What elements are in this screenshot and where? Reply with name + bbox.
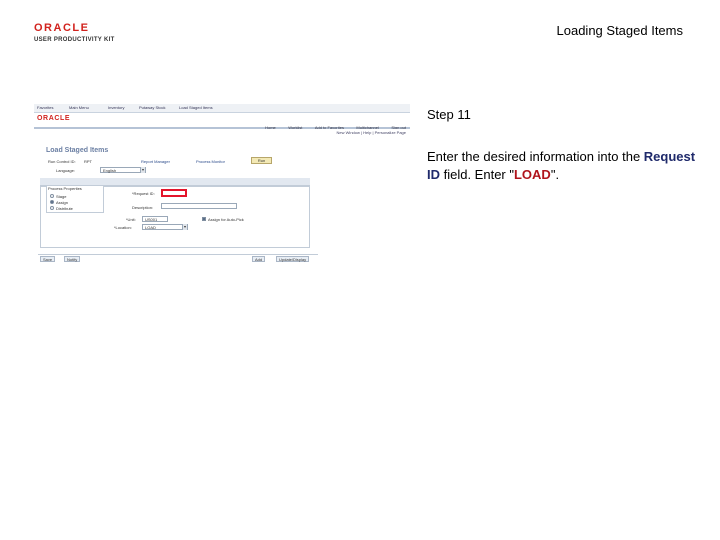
report-manager-link[interactable]: Report Manager	[141, 159, 170, 164]
nav-item-favorites[interactable]: Favorites	[37, 105, 53, 110]
brand-row: ORACLE Home Worklist Add to Favorites Mu…	[34, 113, 410, 130]
assign-checkbox[interactable]	[202, 217, 206, 221]
oracle-upk-logo: ORACLE USER PRODUCTIVITY KIT	[34, 22, 126, 48]
step-instruction: Enter the desired information into the R…	[427, 148, 697, 184]
oracle-brand: ORACLE	[37, 115, 71, 122]
radio-distribute[interactable]	[50, 206, 54, 210]
instruction-text-before: Enter the desired information into the	[427, 149, 644, 164]
run-control-value: RPT	[84, 159, 92, 164]
nav-item-main-menu[interactable]: Main Menu	[69, 105, 89, 110]
language-label: Language:	[56, 168, 75, 173]
nav-item-putaway[interactable]: Putaway Stock	[139, 105, 165, 110]
radio-stage-label: Stage	[56, 194, 67, 199]
top-navigation-bar: Favorites Main Menu Inventory Putaway St…	[34, 104, 410, 113]
save-button[interactable]: Save	[40, 256, 56, 262]
instruction-value: LOAD	[513, 167, 551, 182]
page-links[interactable]: New Window | Help | Personalize Page	[337, 130, 406, 135]
radio-stage[interactable]	[50, 194, 54, 198]
application-screenshot: Favorites Main Menu Inventory Putaway St…	[34, 104, 410, 266]
radio-assign[interactable]	[50, 200, 54, 204]
page-title: Loading Staged Items	[556, 23, 683, 38]
app-page-heading: Load Staged Items	[46, 147, 109, 154]
instruction-text-middle: field. Enter "	[440, 167, 514, 182]
process-properties-group: Process Properties Stage Assign Distribu…	[46, 185, 104, 213]
step-number: Step 11	[427, 107, 471, 122]
nav-item-inventory[interactable]: Inventory	[108, 105, 124, 110]
request-id-label: *Request ID:	[132, 191, 155, 196]
logo-wordmark: ORACLE	[34, 22, 90, 34]
logo-subtitle: USER PRODUCTIVITY KIT	[34, 37, 115, 43]
location-select[interactable]: LOAD ▾	[142, 224, 188, 230]
language-value: English	[103, 168, 117, 173]
unit-label: *Unit:	[126, 217, 136, 222]
language-select[interactable]: English ▾	[100, 167, 146, 173]
process-monitor-link[interactable]: Process Monitor	[196, 159, 225, 164]
instruction-text-after: ".	[550, 167, 560, 182]
radio-distribute-label: Distribute	[56, 206, 73, 211]
description-label: Description:	[132, 205, 154, 210]
nav-item-load-staged[interactable]: Load Staged Items	[179, 105, 213, 110]
page-links-bar: New Window | Help | Personalize Page	[34, 129, 410, 137]
unit-value: US001	[145, 217, 158, 222]
update-display-button[interactable]: Update/Display	[276, 256, 310, 262]
add-button[interactable]: Add	[252, 256, 266, 262]
location-value: LOAD	[145, 225, 156, 230]
notify-button[interactable]: Notify	[64, 256, 81, 262]
bottom-toolbar: Save Notify Add Update/Display	[38, 254, 318, 263]
description-input[interactable]	[161, 203, 237, 209]
run-control-label: Run Control ID:	[48, 159, 76, 164]
process-properties-title: Process Properties	[48, 186, 82, 191]
unit-input[interactable]: US001	[142, 216, 168, 222]
run-button[interactable]: Run	[251, 157, 272, 164]
chevron-down-icon: ▾	[182, 224, 187, 230]
request-id-input[interactable]	[161, 189, 187, 197]
chevron-down-icon: ▾	[140, 167, 145, 173]
assign-checkbox-label: Assign for Auto-Pick	[208, 217, 244, 222]
location-label: *Location:	[114, 225, 132, 230]
radio-assign-label: Assign	[56, 200, 69, 205]
